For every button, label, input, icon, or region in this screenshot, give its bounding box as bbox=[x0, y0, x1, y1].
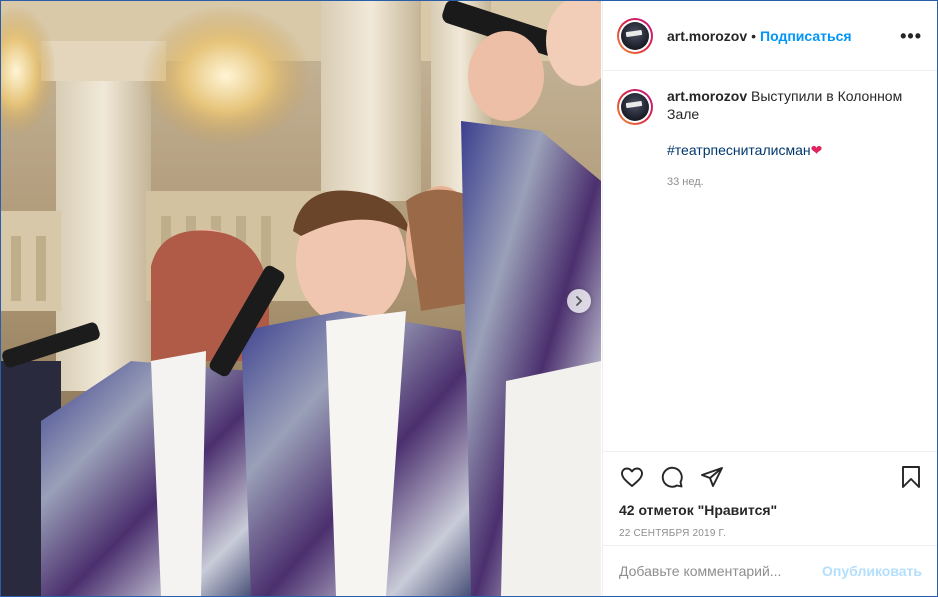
share-icon bbox=[701, 467, 723, 487]
caption-username-link[interactable]: art.morozov bbox=[667, 88, 747, 104]
caption-body: art.morozov Выступили в Колонном Зале #т… bbox=[667, 87, 924, 191]
caption-avatar[interactable] bbox=[617, 89, 653, 125]
like-button[interactable] bbox=[619, 464, 645, 490]
carousel-next-button[interactable] bbox=[567, 289, 591, 313]
more-horizontal-icon: ••• bbox=[900, 25, 922, 46]
comment-button[interactable] bbox=[659, 464, 685, 490]
avatar[interactable] bbox=[617, 17, 653, 54]
avatar-image bbox=[621, 93, 649, 121]
post-header: art.morozov • Подписаться ••• bbox=[603, 1, 937, 71]
likes-count[interactable]: 42 отметок "Нравится" bbox=[619, 502, 924, 518]
comment-icon bbox=[661, 466, 683, 488]
chevron-right-icon bbox=[576, 296, 583, 306]
comment-input[interactable] bbox=[619, 563, 823, 579]
hashtag-text: #театрпесниталисман bbox=[667, 142, 811, 158]
publish-button[interactable]: Опубликовать bbox=[822, 563, 922, 579]
comment-form: Опубликовать bbox=[603, 545, 937, 596]
post-caption: art.morozov Выступили в Колонном Зале #т… bbox=[603, 71, 937, 191]
separator-dot: • bbox=[751, 27, 757, 44]
hashtag-link[interactable]: #театрпесниталисман❤ bbox=[667, 141, 924, 159]
username-link[interactable]: art.morozov bbox=[667, 28, 747, 44]
action-icons-row bbox=[619, 462, 924, 492]
follow-button[interactable]: Подписаться bbox=[760, 28, 852, 44]
heart-icon bbox=[621, 467, 643, 487]
post-date[interactable]: 22 СЕНТЯБРЯ 2019 Г. bbox=[619, 528, 924, 539]
share-button[interactable] bbox=[699, 464, 725, 490]
save-button[interactable] bbox=[898, 464, 924, 490]
caption-age[interactable]: 33 нед. bbox=[667, 173, 924, 191]
more-options-button[interactable]: ••• bbox=[900, 27, 922, 45]
avatar-image bbox=[621, 21, 649, 50]
post-window: art.morozov • Подписаться ••• art.morozo… bbox=[0, 0, 938, 597]
heart-emoji: ❤ bbox=[810, 142, 823, 158]
bookmark-icon bbox=[902, 466, 920, 488]
post-image bbox=[1, 1, 601, 596]
post-actions: 42 отметок "Нравится" 22 СЕНТЯБРЯ 2019 Г… bbox=[603, 451, 937, 539]
post-details-panel: art.morozov • Подписаться ••• art.morozo… bbox=[602, 1, 937, 596]
post-photo[interactable] bbox=[1, 1, 601, 596]
